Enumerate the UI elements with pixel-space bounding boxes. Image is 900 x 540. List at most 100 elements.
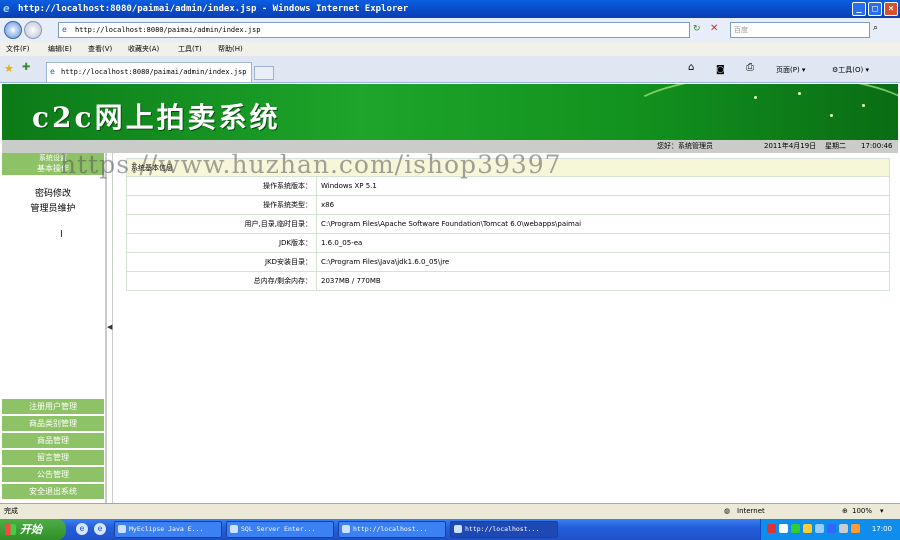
clock[interactable]: 17:00 xyxy=(872,519,892,540)
table-row: 操作系统版本： Windows XP 5.1 xyxy=(126,176,890,196)
banner-sparkle xyxy=(862,104,865,107)
print-icon[interactable]: ⎙ xyxy=(746,62,754,74)
collapse-arrow-icon[interactable]: ◀ xyxy=(107,323,112,331)
new-tab-button[interactable] xyxy=(254,66,274,80)
refresh-icon[interactable]: ↻ xyxy=(693,24,701,34)
banner-sparkle xyxy=(830,114,833,117)
row-label: 操作系统类型： xyxy=(126,195,317,215)
status-text: 完成 xyxy=(4,507,18,515)
page-menu[interactable]: 页面(P) ▾ xyxy=(776,64,805,76)
nav-category-management[interactable]: 商品类别管理 xyxy=(2,416,104,432)
row-label: 操作系统版本： xyxy=(126,176,317,196)
task-label: http://localhost... xyxy=(353,525,428,533)
watermark-text: https://www.huzhan.com/ishop39397 xyxy=(60,150,562,179)
row-value: C:\Program Files\Java\jdk1.6.0_05\jre xyxy=(316,252,890,272)
sidebar-link-admin[interactable]: 管理员维护 xyxy=(2,203,104,215)
table-row: JKD安装目录： C:\Program Files\Java\jdk1.6.0_… xyxy=(126,252,890,272)
tab-admin-index[interactable]: e http://localhost:8080/paimai/admin/ind… xyxy=(46,62,252,82)
tab-label: http://localhost:8080/paimai/admin/index… xyxy=(61,68,247,76)
address-input[interactable]: e http://localhost:8080/paimai/admin/ind… xyxy=(58,22,690,38)
search-icon[interactable]: ⌕ xyxy=(873,23,878,33)
nav-notice-management[interactable]: 公告管理 xyxy=(2,467,104,483)
windows-logo-icon xyxy=(5,524,16,535)
tools-menu[interactable]: ⚙工具(O) ▾ xyxy=(832,64,869,76)
back-icon[interactable]: ‹ xyxy=(4,21,22,39)
ie-icon: e xyxy=(3,2,10,15)
close-icon[interactable]: × xyxy=(884,2,898,16)
row-value: C:\Program Files\Apache Software Foundat… xyxy=(316,214,890,234)
table-row: JDK版本： 1.6.0_05-ea xyxy=(126,233,890,253)
menu-bar: 文件(F) 编辑(E) 查看(V) 收藏夹(A) 工具(T) 帮助(H) xyxy=(0,42,900,56)
task-label: SQL Server Enter... xyxy=(241,525,316,533)
tray-icon[interactable] xyxy=(803,524,812,533)
tray-icon[interactable] xyxy=(779,524,788,533)
menu-tools[interactable]: 工具(T) xyxy=(178,42,202,56)
forward-icon[interactable]: › xyxy=(24,21,42,39)
nav-message-management[interactable]: 留言管理 xyxy=(2,450,104,466)
banner-sparkle xyxy=(754,96,757,99)
tray-icon[interactable] xyxy=(791,524,800,533)
tray-icon[interactable] xyxy=(815,524,824,533)
taskbar: 开始 e e MyEclipse Java E... SQL Server En… xyxy=(0,519,900,540)
page-icon: e xyxy=(62,25,67,34)
tab-bar: ★ ✚ e http://localhost:8080/paimai/admin… xyxy=(0,56,900,83)
zoom-level[interactable]: 100% xyxy=(852,504,872,519)
zoom-icon: ⊕ xyxy=(842,507,848,515)
maximize-icon[interactable]: □ xyxy=(868,2,882,16)
task-sqlserver[interactable]: SQL Server Enter... xyxy=(226,521,334,538)
menu-file[interactable]: 文件(F) xyxy=(6,42,30,56)
feeds-icon[interactable]: ◙ xyxy=(716,64,725,76)
volume-icon[interactable] xyxy=(839,524,848,533)
favorites-star-icon[interactable]: ★ xyxy=(4,62,14,75)
row-label: 用户,目录,临时目录： xyxy=(126,214,317,234)
quicklaunch-ie-icon[interactable]: e xyxy=(76,523,88,535)
menu-favorites[interactable]: 收藏夹(A) xyxy=(128,42,159,56)
menu-edit[interactable]: 编辑(E) xyxy=(48,42,72,56)
ie-icon xyxy=(454,525,462,533)
tray-icon[interactable] xyxy=(851,524,860,533)
site-title: c2c网上拍卖系统 xyxy=(32,101,281,134)
task-ie-1[interactable]: http://localhost... xyxy=(338,521,446,538)
row-label: JKD安装目录： xyxy=(126,252,317,272)
menu-help[interactable]: 帮助(H) xyxy=(218,42,243,56)
window-title-bar[interactable]: e http://localhost:8080/paimai/admin/ind… xyxy=(0,0,900,18)
tray-icon[interactable] xyxy=(827,524,836,533)
main-content: 系统基本信息 操作系统版本： Windows XP 5.1 操作系统类型： x8… xyxy=(113,153,900,503)
frame-splitter[interactable]: ◀ xyxy=(106,153,113,503)
zoom-dropdown-icon[interactable]: ▾ xyxy=(880,504,884,519)
add-favorite-icon[interactable]: ✚ xyxy=(22,62,30,73)
zone-text[interactable]: Internet xyxy=(737,504,765,519)
myeclipse-icon xyxy=(118,525,126,533)
time-text: 17:00:46 xyxy=(861,142,893,150)
stop-icon[interactable]: ✕ xyxy=(710,23,718,34)
table-row: 总内存/剩余内存： 2037MB / 770MB xyxy=(126,271,890,291)
sqlserver-icon xyxy=(230,525,238,533)
address-url: http://localhost:8080/paimai/admin/index… xyxy=(75,26,261,34)
nav-user-management[interactable]: 注册用户管理 xyxy=(2,399,104,415)
table-row: 用户,目录,临时目录： C:\Program Files\Apache Soft… xyxy=(126,214,890,234)
page-menu-label: 页面(P) xyxy=(776,66,800,74)
nav-logout[interactable]: 安全退出系统 xyxy=(2,484,104,500)
weekday-text: 星期二 xyxy=(825,142,846,150)
row-label: 总内存/剩余内存： xyxy=(126,271,317,291)
task-myeclipse[interactable]: MyEclipse Java E... xyxy=(114,521,222,538)
system-tray: 17:00 xyxy=(760,519,900,540)
nav-goods-management[interactable]: 商品管理 xyxy=(2,433,104,449)
tray-icon[interactable] xyxy=(767,524,776,533)
tab-page-icon: e xyxy=(50,67,55,76)
menu-view[interactable]: 查看(V) xyxy=(88,42,112,56)
sidebar-link-password[interactable]: 密码修改 xyxy=(2,188,104,200)
row-value: x86 xyxy=(316,195,890,215)
greeting-text: 您好：系统管理员 xyxy=(657,142,713,150)
task-ie-2[interactable]: http://localhost... xyxy=(450,521,558,538)
quicklaunch-ie-icon[interactable]: e xyxy=(94,523,106,535)
site-banner: c2c网上拍卖系统 xyxy=(2,84,898,140)
tools-menu-label: 工具(O) xyxy=(838,66,864,74)
home-icon[interactable]: ⌂ xyxy=(688,62,694,74)
start-button[interactable]: 开始 xyxy=(0,519,66,540)
task-label: MyEclipse Java E... xyxy=(129,525,204,533)
text-cursor-icon: I xyxy=(60,229,63,240)
globe-icon: ◍ xyxy=(724,507,731,515)
minimize-icon[interactable]: _ xyxy=(852,2,866,16)
search-input[interactable]: 百度 xyxy=(730,22,870,38)
